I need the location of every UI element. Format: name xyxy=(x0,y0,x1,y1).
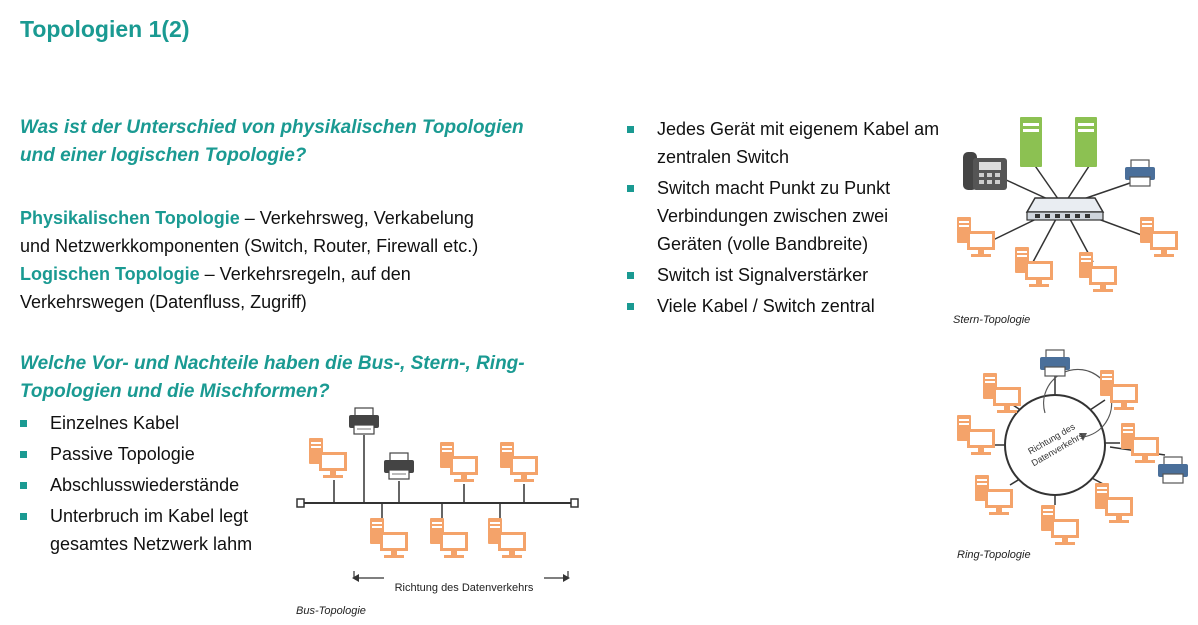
pc-icon xyxy=(370,518,408,558)
pc-icon xyxy=(957,217,995,257)
pc-icon xyxy=(1041,505,1079,545)
pc-icon xyxy=(500,442,538,482)
physical-desc: – Verkehrsweg, Verkabelung xyxy=(239,208,474,228)
physical-definition: Physikalischen Topologie – Verkehrsweg, … xyxy=(20,204,478,232)
ring-topology-caption: Ring-Topologie xyxy=(957,549,1031,561)
bullet-item: Unterbruch im Kabel legt gesamtes Netzwe… xyxy=(20,502,285,558)
logical-term: Logischen Topologie xyxy=(20,264,200,284)
bullet-item: Abschlusswiederstände xyxy=(20,471,285,499)
pc-icon xyxy=(1079,252,1117,292)
bullet-item: Passive Topologie xyxy=(20,440,285,468)
pc-icon xyxy=(1095,483,1133,523)
switch-icon xyxy=(1025,197,1105,221)
bus-printer-1-icon xyxy=(348,407,380,503)
star-bullet-list: Jedes Gerät mit eigenem Kabel am zentral… xyxy=(627,115,957,323)
bullet-item: Switch macht Punkt zu Punkt Verbindungen… xyxy=(627,174,957,258)
bus-printer-2-icon xyxy=(383,452,415,503)
logical-definition: Logischen Topologie – Verkehrsregeln, au… xyxy=(20,260,478,288)
question-pros-cons: Welche Vor- und Nachteile haben die Bus-… xyxy=(20,350,525,406)
pc-icon xyxy=(975,475,1013,515)
bus-topology-caption: Bus-Topologie xyxy=(296,605,366,617)
pc-icon xyxy=(1140,217,1178,257)
star-topology-diagram xyxy=(957,117,1178,292)
printer-icon xyxy=(1039,349,1071,377)
bus-bullet-list: Einzelnes Kabel Passive Topologie Abschl… xyxy=(20,409,285,561)
printer-icon xyxy=(1157,456,1189,484)
definitions: Physikalischen Topologie – Verkehrsweg, … xyxy=(20,204,478,316)
printer-icon xyxy=(1124,159,1156,187)
pc-icon xyxy=(1015,247,1053,287)
question-line: Welche Vor- und Nachteile haben die Bus-… xyxy=(20,353,525,374)
terminator-icon xyxy=(570,498,579,508)
pc-icon xyxy=(1121,423,1159,463)
bullet-item: Einzelnes Kabel xyxy=(20,409,285,437)
question-line: Was ist der Unterschied von physikalisch… xyxy=(20,117,524,138)
bus-topology-diagram: Richtung des Datenverkehrs xyxy=(296,407,579,597)
terminator-icon xyxy=(296,498,305,508)
question-line: Topologien und die Mischformen? xyxy=(20,381,330,402)
ring-topology-diagram: Richtung des Datenverkehrs xyxy=(957,349,1189,545)
ring-topology-figure: Richtung des Datenverkehrs Ring-Topologi… xyxy=(955,345,1193,570)
phone-icon xyxy=(963,152,1007,190)
pc-icon xyxy=(309,438,347,478)
logical-desc: – Verkehrsregeln, auf den xyxy=(199,264,411,284)
bus-direction-label: Richtung des Datenverkehrs xyxy=(395,582,534,594)
slide-title: Topologien 1(2) xyxy=(20,16,190,42)
bullet-item: Switch ist Signalverstärker xyxy=(627,261,957,289)
pc-icon xyxy=(440,442,478,482)
star-topology-figure: Stern-Topologie xyxy=(953,112,1193,334)
star-topology-caption: Stern-Topologie xyxy=(953,314,1031,326)
question-line: und einer logischen Topologie? xyxy=(20,145,307,166)
bullet-item: Jedes Gerät mit eigenem Kabel am zentral… xyxy=(627,115,957,171)
pc-icon xyxy=(1100,370,1138,410)
physical-definition-cont: und Netzwerkkomponenten (Switch, Router,… xyxy=(20,236,479,256)
pc-icon xyxy=(957,415,995,455)
question-physical-vs-logical: Was ist der Unterschied von physikalisch… xyxy=(20,114,524,170)
bullet-item: Viele Kabel / Switch zentral xyxy=(627,292,957,320)
server-icon xyxy=(1020,117,1042,167)
physical-term: Physikalischen Topologie xyxy=(20,208,240,228)
bus-topology-figure: Richtung des Datenverkehrs Bus-Topologie xyxy=(292,405,582,620)
pc-icon xyxy=(488,518,526,558)
server-icon xyxy=(1075,117,1097,167)
logical-definition-cont: Verkehrswegen (Datenfluss, Zugriff) xyxy=(20,292,307,312)
pc-icon xyxy=(430,518,468,558)
